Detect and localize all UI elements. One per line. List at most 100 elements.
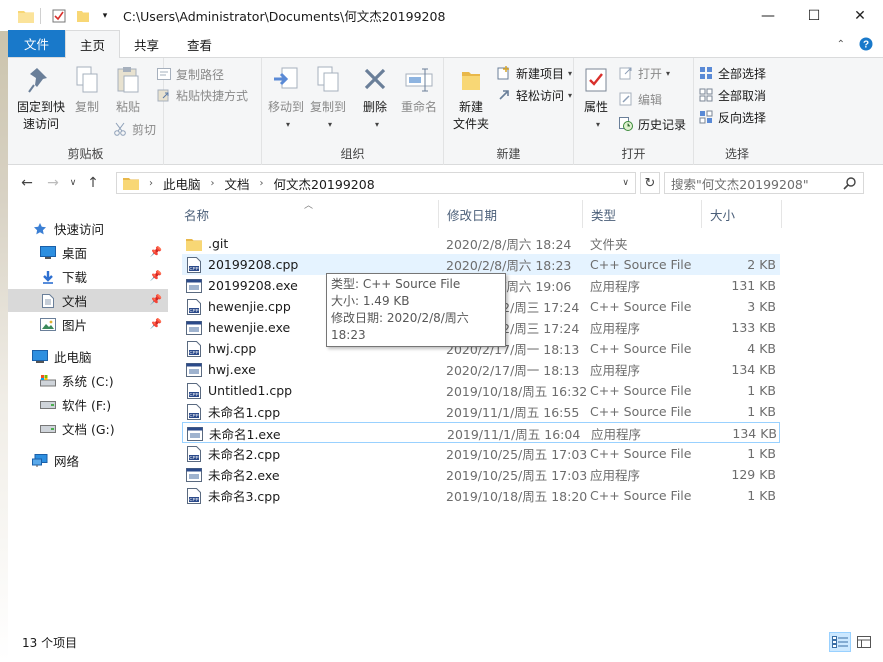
- new-folder-button[interactable]: 新建 文件夹: [448, 62, 494, 133]
- nav-drive-g[interactable]: 文档 (G:): [8, 417, 168, 440]
- back-arrow-icon[interactable]: ←: [14, 170, 40, 196]
- select-none-button[interactable]: 全部取消: [698, 84, 766, 106]
- copy-to-label: 复制到: [309, 100, 346, 114]
- status-bar: 13 个项目: [8, 630, 883, 654]
- move-to-button[interactable]: 移动到 ▾: [266, 62, 306, 133]
- pin-quick-access-button[interactable]: 固定到快 速访问: [10, 62, 72, 133]
- collapse-ribbon-icon[interactable]: ⌃: [837, 39, 845, 50]
- address-history-chevron-icon[interactable]: ∨: [622, 178, 629, 188]
- nav-label: 快速访问: [54, 222, 105, 237]
- file-row[interactable]: 未命名2.exe 2019/10/25/周五 17:03 应用程序 129 KB: [182, 464, 780, 485]
- pin-icon[interactable]: 📌: [150, 271, 162, 282]
- forward-arrow-icon[interactable]: →: [40, 170, 66, 196]
- chevron-right-icon[interactable]: ›: [149, 178, 153, 189]
- tab-home[interactable]: 主页: [65, 30, 121, 58]
- file-row[interactable]: CPP 未命名2.cpp 2019/10/25/周五 17:03 C++ Source…: [182, 443, 780, 464]
- breadcrumb-documents[interactable]: 文档: [223, 174, 252, 193]
- file-size: 3 KB: [747, 299, 776, 314]
- minimize-button[interactable]: —: [745, 0, 791, 31]
- file-size: 1 KB: [747, 404, 776, 419]
- document-icon: [40, 293, 56, 309]
- refresh-button[interactable]: ↻: [640, 172, 660, 194]
- nav-pictures[interactable]: 图片 📌: [8, 313, 168, 336]
- move-to-icon: [270, 62, 302, 98]
- file-date: 2020/2/8/周六 18:24: [446, 237, 572, 252]
- column-size[interactable]: 大小: [702, 200, 782, 228]
- copy-button[interactable]: 复制: [70, 62, 104, 116]
- organize-group-label: 组织: [340, 147, 365, 161]
- history-icon: [618, 116, 634, 132]
- chevron-right-icon[interactable]: ›: [260, 178, 264, 189]
- easy-access-button[interactable]: 轻松访问 ▾: [496, 84, 572, 106]
- file-size: 1 KB: [747, 383, 776, 398]
- help-icon[interactable]: ?: [859, 37, 873, 51]
- title-bar: ▾ C:\Users\Administrator\Documents\何文杰20…: [0, 0, 883, 31]
- nav-drive-f[interactable]: 软件 (F:): [8, 393, 168, 416]
- select-none-label: 全部取消: [718, 88, 767, 103]
- column-header: ︿ 名称 修改日期 类型 大小: [176, 200, 786, 228]
- history-button[interactable]: 历史记录: [618, 113, 686, 135]
- recent-locations-chevron-icon[interactable]: ∨: [66, 170, 80, 196]
- nav-network[interactable]: 网络: [8, 449, 168, 472]
- chevron-down-icon[interactable]: ▾: [97, 8, 113, 24]
- file-type: C++ Source File: [590, 488, 692, 503]
- select-all-button[interactable]: 全部选择: [698, 62, 766, 84]
- properties-quick-icon[interactable]: [51, 8, 67, 24]
- file-row[interactable]: CPP 未命名1.cpp 2019/11/1/周五 16:55 C++ Source …: [182, 401, 780, 422]
- file-size: 4 KB: [747, 341, 776, 356]
- address-bar[interactable]: › 此电脑 › 文档 › 何文杰20199208 ∨: [116, 172, 636, 194]
- pin-icon[interactable]: 📌: [150, 247, 162, 258]
- file-row[interactable]: hwj.exe 2020/2/17/周一 18:13 应用程序 134 KB: [182, 359, 780, 380]
- edit-button[interactable]: 编辑: [618, 88, 662, 110]
- search-icon: [843, 176, 857, 193]
- file-type: 应用程序: [591, 427, 642, 442]
- cut-button[interactable]: 剪切: [112, 118, 156, 140]
- file-row[interactable]: CPP Untitled1.cpp 2019/10/18/周五 16:32 C++ S…: [182, 380, 780, 401]
- file-type: 应用程序: [590, 321, 641, 336]
- large-icons-view-icon[interactable]: [853, 632, 875, 652]
- file-row[interactable]: .git 2020/2/8/周六 18:24 文件夹: [182, 233, 780, 254]
- file-row[interactable]: CPP 未命名3.cpp 2019/10/18/周五 18:20 C++ Source…: [182, 485, 780, 506]
- chevron-right-icon[interactable]: ›: [211, 178, 215, 189]
- column-name[interactable]: 名称: [176, 200, 439, 228]
- new-item-button[interactable]: 新建项目 ▾: [496, 62, 572, 84]
- column-date[interactable]: 修改日期: [439, 200, 583, 228]
- maximize-button[interactable]: ☐: [791, 0, 837, 31]
- paste-button[interactable]: 粘贴: [108, 62, 148, 116]
- search-input[interactable]: 搜索"何文杰20199208": [664, 172, 864, 194]
- delete-button[interactable]: 删除 ▾: [358, 62, 392, 133]
- chevron-down-icon: ▾: [285, 120, 290, 129]
- nav-documents[interactable]: 文档 📌: [8, 289, 168, 312]
- nav-drive-c[interactable]: 系统 (C:): [8, 369, 168, 392]
- column-type[interactable]: 类型: [583, 200, 702, 228]
- copy-to-button[interactable]: 复制到 ▾: [308, 62, 348, 133]
- breadcrumb-this-pc[interactable]: 此电脑: [161, 174, 203, 193]
- pin-icon[interactable]: 📌: [150, 295, 162, 306]
- chevron-down-icon: ▾: [568, 90, 573, 100]
- close-button[interactable]: ✕: [837, 0, 883, 31]
- breadcrumb-current-folder[interactable]: 何文杰20199208: [272, 174, 377, 193]
- invert-selection-button[interactable]: 反向选择: [698, 106, 766, 128]
- nav-this-pc[interactable]: 此电脑: [8, 345, 168, 368]
- select-none-icon: [698, 87, 714, 103]
- new-folder-quick-icon[interactable]: [75, 8, 91, 24]
- nav-desktop[interactable]: 桌面 📌: [8, 241, 168, 264]
- tab-view[interactable]: 查看: [173, 31, 226, 57]
- properties-button[interactable]: 属性 ▾: [576, 62, 616, 133]
- file-name-cell: CPP 未命名1.cpp: [186, 401, 280, 422]
- file-type: 应用程序: [590, 468, 641, 483]
- delete-x-icon: [359, 62, 391, 98]
- pin-icon[interactable]: 📌: [150, 319, 162, 330]
- tab-share[interactable]: 共享: [120, 31, 173, 57]
- file-row[interactable]: CPP 20199208.cpp 2020/2/8/周六 18:23 C++ Sour…: [182, 254, 780, 275]
- nav-quick-access[interactable]: 快速访问: [8, 217, 168, 240]
- nav-downloads[interactable]: 下载 📌: [8, 265, 168, 288]
- rename-button[interactable]: 重命名: [398, 62, 440, 116]
- svg-text:CPP: CPP: [189, 392, 198, 397]
- details-view-icon[interactable]: [829, 632, 851, 652]
- file-name-cell: CPP 20199208.cpp: [186, 254, 298, 275]
- up-arrow-icon[interactable]: ↑: [80, 170, 106, 196]
- file-row[interactable]: 未命名1.exe 2019/11/1/周五 16:04 应用程序 134 KB: [182, 422, 780, 443]
- tab-file[interactable]: 文件: [8, 30, 66, 57]
- open-button[interactable]: 打开 ▾: [618, 62, 670, 84]
